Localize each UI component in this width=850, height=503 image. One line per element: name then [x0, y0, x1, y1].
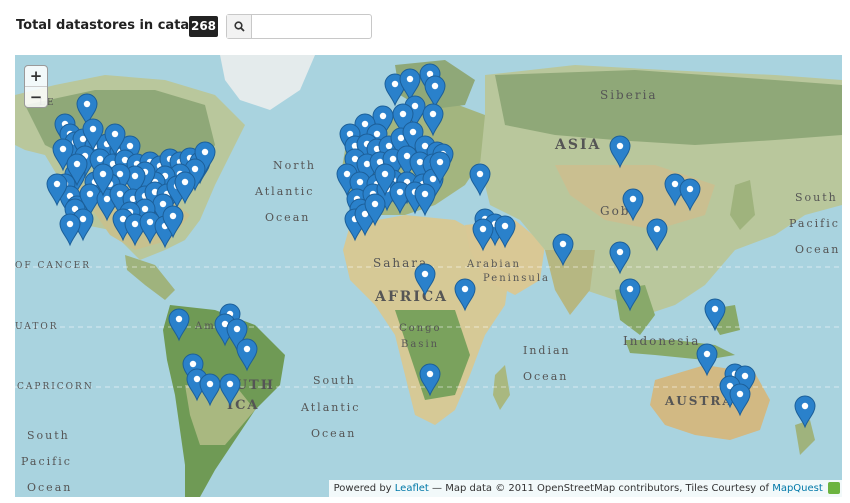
label-south-atlantic-1: South — [313, 374, 356, 387]
zoom-out-button[interactable]: − — [25, 86, 47, 107]
attribution-powered-by: Powered by — [333, 483, 392, 494]
attribution-map-data: — Map data © 2011 OpenStreetMap contribu… — [432, 483, 770, 494]
label-south-pacific-2: Pacific — [21, 455, 72, 468]
label-south-pacific-1: South — [27, 429, 70, 442]
datastore-map[interactable]: Siberia ASIA North Atlantic Ocean Sahara… — [15, 55, 842, 497]
label-indian: Indian — [523, 344, 571, 357]
label-siberia: Siberia — [600, 88, 658, 102]
label-north-atlantic-1: North — [273, 159, 316, 172]
label-arabian: Arabian — [466, 259, 521, 270]
label-africa: AFRICA — [374, 289, 448, 305]
label-capricorn: CAPRICORN — [17, 382, 94, 392]
search-input[interactable] — [252, 15, 371, 38]
label-south-atlantic-2: Atlantic — [300, 401, 360, 414]
label-equator: UATOR — [15, 322, 58, 332]
label-cancer: OF CANCER — [15, 261, 91, 271]
label-south-atlantic-3: Ocean — [311, 427, 356, 440]
label-asia: ASIA — [554, 137, 601, 153]
label-congo: Congo — [399, 323, 442, 334]
label-north-atlantic-3: Ocean — [265, 211, 310, 224]
map-base: Siberia ASIA North Atlantic Ocean Sahara… — [15, 55, 842, 497]
zoom-control: + − — [24, 65, 48, 108]
search-icon[interactable] — [227, 15, 252, 38]
leaflet-link[interactable]: Leaflet — [395, 483, 429, 494]
label-indonesia: Indonesia — [623, 334, 700, 348]
map-attribution: Powered by Leaflet — Map data © 2011 Ope… — [328, 480, 842, 497]
label-basin: Basin — [401, 339, 439, 350]
zoom-in-button[interactable]: + — [25, 66, 47, 86]
catalog-header: Total datastores in catalog 268 — [0, 0, 850, 52]
mapquest-logo-icon — [828, 482, 840, 494]
label-north-atlantic-2: Atlantic — [254, 185, 314, 198]
label-south-pacific-3: Ocean — [27, 481, 72, 494]
label-east-pacific-3: Ocean — [795, 243, 840, 256]
mapquest-link[interactable]: MapQuest — [772, 483, 823, 494]
label-indian-ocean: Ocean — [523, 370, 568, 383]
label-east-pacific-1: South — [795, 191, 838, 204]
total-datastores-label: Total datastores in catalog — [16, 18, 212, 33]
search-group — [226, 14, 372, 39]
label-peninsula: Peninsula — [483, 273, 550, 284]
total-count-badge: 268 — [189, 16, 218, 37]
label-east-pacific-2: Pacific — [789, 217, 840, 230]
